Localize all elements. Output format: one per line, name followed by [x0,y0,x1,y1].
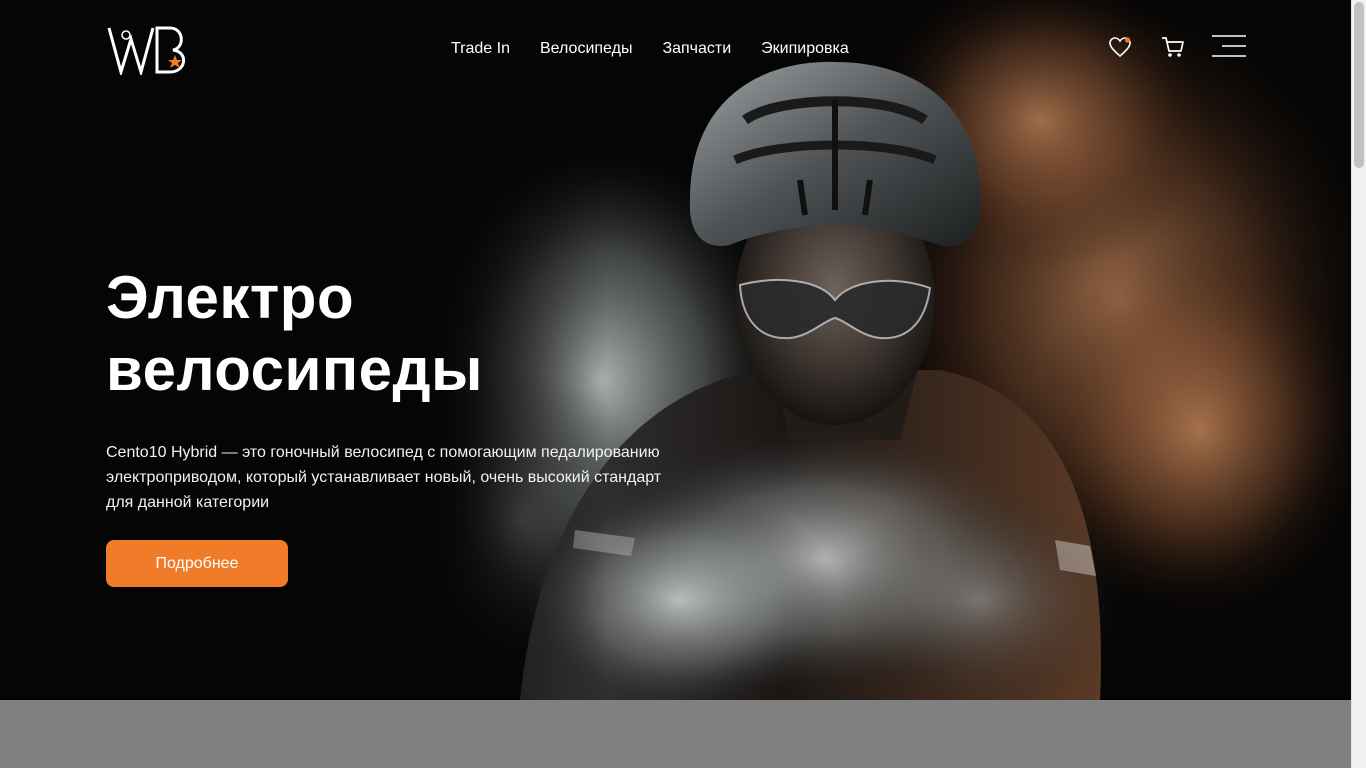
menu-button[interactable] [1212,35,1246,57]
hero-title-line-1: Электро [106,264,355,331]
next-section [0,700,1351,768]
hero-title-line-2: велосипеды [106,336,483,403]
scrollbar-thumb[interactable] [1354,2,1364,168]
main-nav: Trade In Велосипеды Запчасти Экипировка [451,40,849,58]
nav-item-trade-in[interactable]: Trade In [451,40,510,58]
nav-item-equipment[interactable]: Экипировка [761,40,849,58]
brand-logo[interactable] [106,25,194,75]
favorites-button[interactable] [1108,35,1132,59]
hero-section: Trade In Велосипеды Запчасти Экипировка … [0,0,1351,700]
hero-title: Электро велосипеды [106,262,666,406]
hamburger-menu-icon [1212,35,1246,57]
cart-icon [1162,37,1184,57]
nav-item-bicycles[interactable]: Велосипеды [540,40,632,58]
scrollbar[interactable] [1351,0,1366,768]
hero-description: Cento10 Hybrid — это гоночный велосипед … [106,444,662,511]
more-button[interactable]: Подробнее [106,540,288,587]
cart-button[interactable] [1160,34,1186,60]
heart-icon [1109,37,1131,58]
nav-item-parts[interactable]: Запчасти [662,40,731,58]
